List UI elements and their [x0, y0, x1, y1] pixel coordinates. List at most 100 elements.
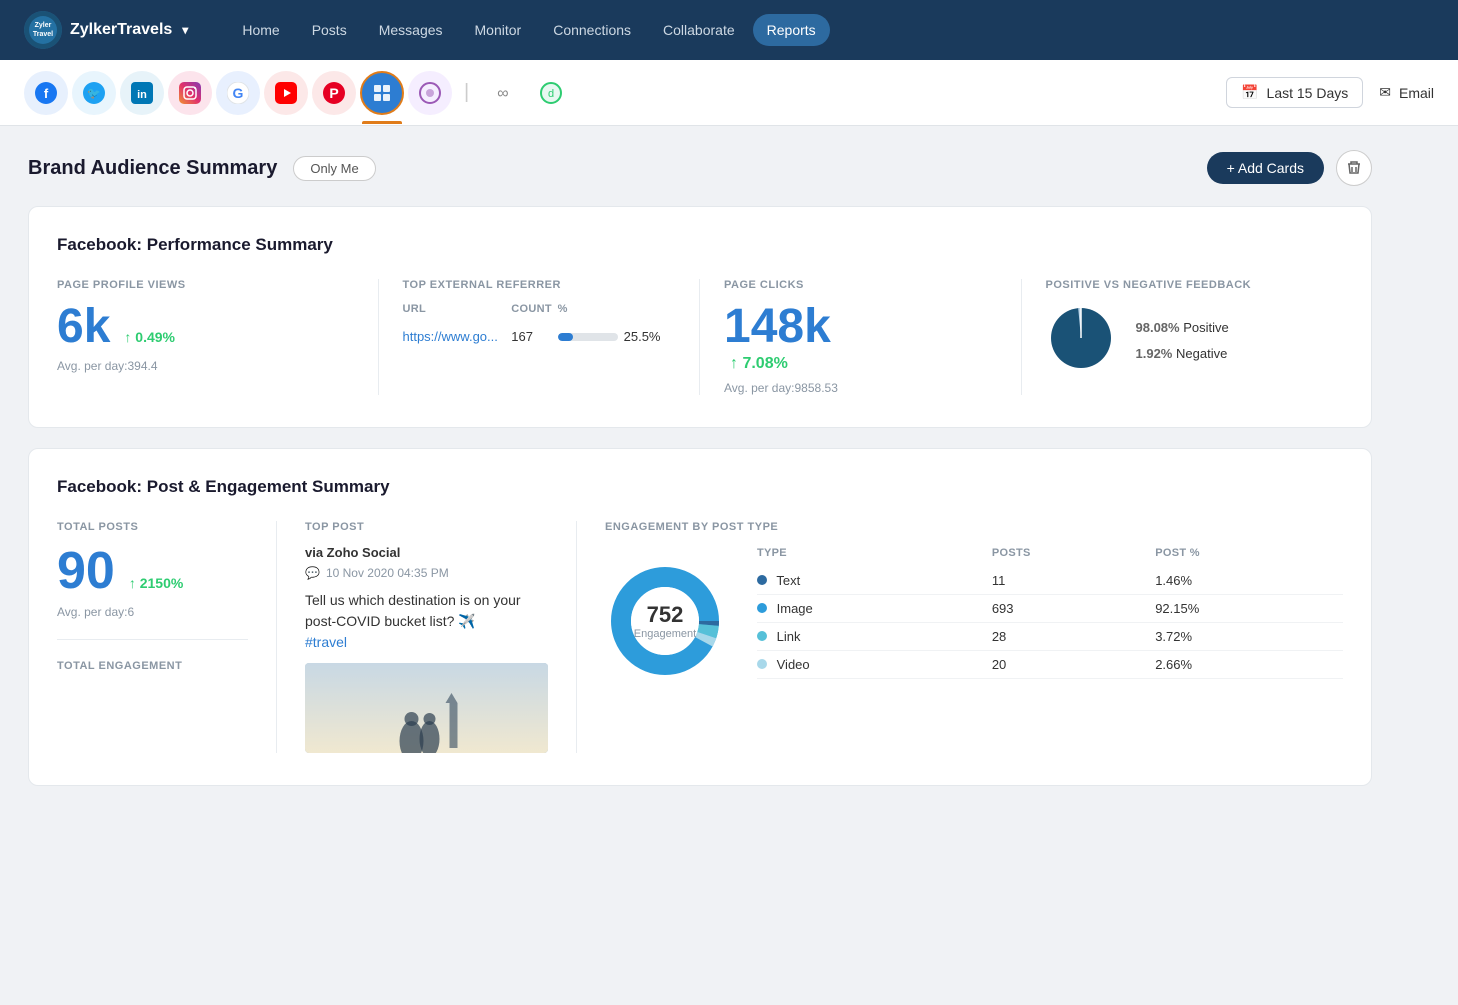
- social-all-btn[interactable]: [360, 71, 404, 115]
- page-views-section: PAGE PROFILE VIEWS 6k ↑ 0.49% Avg. per d…: [57, 279, 379, 395]
- svg-text:∞: ∞: [498, 85, 509, 102]
- email-label: Email: [1399, 85, 1434, 101]
- table-row: Text 11 1.46%: [757, 567, 1343, 595]
- brand-logo-area[interactable]: Zyler Travel ZylkerTravels ▾: [24, 11, 188, 49]
- post-card: via Zoho Social 💬 10 Nov 2020 04:35 PM T…: [305, 545, 548, 753]
- social-google-btn[interactable]: G: [216, 71, 260, 115]
- type-text: Text: [757, 567, 992, 595]
- social-twitter-btn[interactable]: 🐦: [72, 71, 116, 115]
- performance-grid: PAGE PROFILE VIEWS 6k ↑ 0.49% Avg. per d…: [57, 279, 1343, 395]
- top-referrer-label: TOP EXTERNAL REFERRER: [403, 279, 676, 291]
- social-pinterest-btn[interactable]: P: [312, 71, 356, 115]
- social-youtube-btn[interactable]: [264, 71, 308, 115]
- engagement-type-label: ENGAGEMENT BY POST TYPE: [605, 521, 1343, 533]
- post-image: [305, 663, 548, 753]
- performance-card-title: Facebook: Performance Summary: [57, 235, 1343, 255]
- date-range-label: Last 15 Days: [1267, 85, 1349, 101]
- feedback-label: POSITIVE VS NEGATIVE FEEDBACK: [1046, 279, 1344, 291]
- nav-monitor[interactable]: Monitor: [461, 14, 536, 46]
- nav-messages[interactable]: Messages: [365, 14, 457, 46]
- nav-posts[interactable]: Posts: [298, 14, 361, 46]
- total-posts-label: TOTAL POSTS: [57, 521, 248, 533]
- svg-text:G: G: [233, 85, 244, 101]
- social-bar-right: 📅 Last 15 Days ✉ Email: [1226, 77, 1434, 108]
- post-text: Tell us which destination is on your pos…: [305, 590, 548, 653]
- top-post-label: TOP POST: [305, 521, 548, 533]
- eng-col-type: TYPE: [757, 547, 992, 567]
- nav-connections[interactable]: Connections: [539, 14, 645, 46]
- separator: |: [464, 81, 469, 104]
- green-icon-btn[interactable]: d: [529, 71, 573, 115]
- ref-col-count: COUNT: [511, 303, 557, 323]
- brand-logo-icon: Zyler Travel: [24, 11, 62, 49]
- ref-col-pct: %: [558, 303, 675, 323]
- date-range-button[interactable]: 📅 Last 15 Days: [1226, 77, 1363, 108]
- ref-count: 167: [511, 323, 557, 350]
- svg-text:f: f: [44, 86, 49, 101]
- performance-card: Facebook: Performance Summary PAGE PROFI…: [28, 206, 1372, 428]
- top-post-section: TOP POST via Zoho Social 💬 10 Nov 2020 0…: [277, 521, 577, 753]
- pie-legend: 98.08% Positive 1.92% Negative: [1136, 315, 1229, 367]
- table-row: Video 20 2.66%: [757, 651, 1343, 679]
- engagement-card-title: Facebook: Post & Engagement Summary: [57, 477, 1343, 497]
- engagement-grid: TOTAL POSTS 90 ↑ 2150% Avg. per day:6 TO…: [57, 521, 1343, 753]
- brand-header: Brand Audience Summary Only Me + Add Car…: [28, 150, 1372, 186]
- engagement-type-section: ENGAGEMENT BY POST TYPE: [577, 521, 1343, 753]
- nav-collaborate[interactable]: Collaborate: [649, 14, 749, 46]
- social-instagram-btn[interactable]: [168, 71, 212, 115]
- brand-header-right: + Add Cards: [1207, 150, 1372, 186]
- social-linkedin-btn[interactable]: in: [120, 71, 164, 115]
- table-row: Image 693 92.15%: [757, 595, 1343, 623]
- total-posts-change: ↑ 2150%: [129, 575, 183, 591]
- type-image: Image: [757, 595, 992, 623]
- svg-text:🐦: 🐦: [87, 88, 101, 100]
- page-clicks-section: PAGE CLICKS 148k ↑ 7.08% Avg. per day:98…: [700, 279, 1022, 395]
- chat-icon: 💬: [305, 566, 320, 580]
- engagement-type-table: TYPE POSTS POST % Text 11: [757, 547, 1343, 679]
- total-posts-avg: Avg. per day:6: [57, 605, 248, 619]
- social-bar: f 🐦 in G P | ∞ d 📅: [0, 60, 1458, 126]
- svg-text:d: d: [548, 88, 554, 100]
- add-cards-button[interactable]: + Add Cards: [1207, 152, 1324, 184]
- feedback-pie-area: 98.08% Positive 1.92% Negative: [1046, 303, 1344, 378]
- post-time: 💬 10 Nov 2020 04:35 PM: [305, 566, 548, 580]
- brand-header-left: Brand Audience Summary Only Me: [28, 156, 376, 181]
- post-hashtag: #travel: [305, 634, 347, 650]
- brand-chevron: ▾: [182, 23, 188, 37]
- total-posts-value: 90: [57, 545, 115, 597]
- navbar: Zyler Travel ZylkerTravels ▾ Home Posts …: [0, 0, 1458, 60]
- brand-name: ZylkerTravels: [70, 21, 172, 39]
- calendar-icon: 📅: [1241, 84, 1258, 101]
- nav-home[interactable]: Home: [228, 14, 293, 46]
- ref-pct-value: 25.5%: [624, 329, 661, 344]
- engagement-card: Facebook: Post & Engagement Summary TOTA…: [28, 448, 1372, 786]
- svg-text:in: in: [137, 89, 147, 101]
- positive-legend: 98.08% Positive: [1136, 315, 1229, 341]
- eng-col-posts: POSTS: [992, 547, 1155, 567]
- nav-reports[interactable]: Reports: [753, 14, 830, 46]
- donut-center: 752 Engagement: [634, 602, 696, 640]
- page-views-label: PAGE PROFILE VIEWS: [57, 279, 354, 291]
- page-title: Brand Audience Summary: [28, 157, 277, 180]
- type-video: Video: [757, 651, 992, 679]
- negative-legend: 1.92% Negative: [1136, 341, 1229, 367]
- only-me-button[interactable]: Only Me: [293, 156, 375, 181]
- nav-links: Home Posts Messages Monitor Connections …: [228, 14, 1434, 46]
- page-clicks-avg: Avg. per day:9858.53: [724, 381, 997, 395]
- feedback-section: POSITIVE VS NEGATIVE FEEDBACK: [1022, 279, 1344, 395]
- table-row: https://www.go... 167 25.5%: [403, 323, 676, 350]
- social-extra-btn[interactable]: [408, 71, 452, 115]
- page-views-value: 6k: [57, 303, 110, 351]
- ref-url[interactable]: https://www.go...: [403, 323, 512, 350]
- page-clicks-change: ↑ 7.08%: [730, 355, 788, 372]
- email-button[interactable]: ✉ Email: [1379, 84, 1434, 101]
- social-facebook-btn[interactable]: f: [24, 71, 68, 115]
- svg-text:P: P: [329, 85, 338, 101]
- link-icon-btn[interactable]: ∞: [481, 71, 525, 115]
- page-clicks-value: 148k: [724, 303, 831, 351]
- trash-button[interactable]: [1336, 150, 1372, 186]
- page-views-avg: Avg. per day:394.4: [57, 359, 354, 373]
- total-posts-section: TOTAL POSTS 90 ↑ 2150% Avg. per day:6 TO…: [57, 521, 277, 753]
- email-icon: ✉: [1379, 84, 1391, 101]
- top-referrer-section: TOP EXTERNAL REFERRER URL COUNT % https:…: [379, 279, 701, 395]
